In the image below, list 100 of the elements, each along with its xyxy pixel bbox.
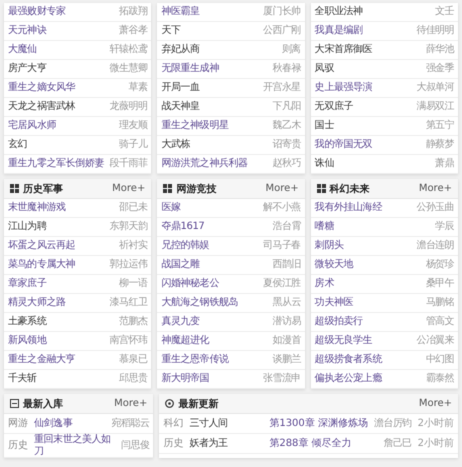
author-name: 中幻图	[426, 354, 454, 366]
book-title-link[interactable]: 我有外挂山海经	[314, 202, 382, 214]
book-title-link[interactable]: 诛仙	[314, 158, 334, 170]
author-name: 解不小燕	[263, 202, 301, 214]
author-name: 浩台霄	[272, 221, 301, 233]
book-title-link[interactable]: 开局一血	[161, 82, 200, 94]
author-name: 马鹏铭	[426, 297, 454, 309]
book-title-link[interactable]: 神魔超进化	[161, 335, 210, 347]
author-name: 公孙玉曲	[416, 202, 454, 214]
author-name: 厦门长帅	[263, 6, 301, 18]
panel-title: 最新入库	[23, 397, 63, 410]
book-title-link[interactable]: 大宋首席御医	[314, 44, 372, 56]
book-title-link[interactable]: 战国之雕	[161, 259, 200, 271]
book-title-link[interactable]: 超级无良学生	[314, 335, 372, 347]
author-name: 轩辕松鸢	[110, 44, 148, 56]
category-label: 网游	[8, 418, 28, 430]
author-name: 邵已未	[119, 202, 148, 214]
book-title-link[interactable]: 弃妃从商	[161, 44, 200, 56]
book-title-link[interactable]: 兄控的韩娱	[161, 240, 210, 252]
book-title-link[interactable]: 三寸人间	[189, 418, 270, 430]
author-name: 段千雨菲	[110, 158, 148, 170]
book-title-link[interactable]: 宅居风水师	[8, 120, 56, 132]
author-name: 则离	[282, 44, 301, 56]
book-title-link[interactable]: 全职业法神	[314, 6, 363, 18]
more-link[interactable]: More+	[265, 183, 299, 194]
author-name: 杨贺珍	[426, 259, 454, 271]
book-title-link[interactable]: 偏执老公宠上瘾	[314, 373, 382, 385]
book-title-link[interactable]: 重生九零之军长倒娇妻	[8, 158, 104, 170]
book-title-link[interactable]: 坏蛋之风云再起	[8, 240, 76, 252]
more-link[interactable]: More+	[112, 183, 146, 194]
category-label: 历史	[8, 440, 28, 452]
book-title-link[interactable]: 菜鸟的专属大神	[8, 259, 76, 271]
author-name: 司马子春	[263, 240, 301, 252]
book-title-link[interactable]: 江山为聘	[8, 221, 46, 233]
chapter-link[interactable]: 第288章 倾尽全力	[269, 438, 352, 450]
category-label: 科幻	[163, 418, 184, 430]
book-title-link[interactable]: 史上最强导演	[314, 82, 372, 94]
author-name: 龙薇明明	[110, 101, 148, 113]
book-title-link[interactable]: 无限重生成神	[161, 63, 219, 75]
book-title-link[interactable]: 大魔仙	[8, 44, 37, 56]
book-title-link[interactable]: 夺鼎1617	[161, 221, 204, 233]
book-title-link[interactable]: 嗜糖	[314, 221, 334, 233]
author-name: 闫思俊	[121, 440, 150, 452]
chapter-link[interactable]: 第1300章 深渊修炼场	[269, 418, 368, 430]
book-title-link[interactable]: 国士	[314, 120, 334, 132]
author-name: 柳一语	[119, 278, 148, 290]
author-name: 张雪流申	[263, 373, 301, 385]
book-title-link[interactable]: 战天神皇	[161, 101, 200, 113]
book-title-link[interactable]: 刺阴头	[314, 240, 344, 252]
more-link[interactable]: More+	[418, 398, 452, 409]
author-name: 公冶翼来	[416, 335, 454, 347]
book-title-link[interactable]: 末世魔神游戏	[8, 202, 66, 214]
author-name: 漆马红卫	[110, 297, 148, 309]
book-title-link[interactable]: 房产大亨	[8, 63, 46, 75]
book-title-link[interactable]: 天龙之祸害武林	[8, 101, 76, 113]
book-title-link[interactable]: 神医霸皇	[161, 6, 200, 18]
more-link[interactable]: More+	[418, 183, 452, 194]
book-title-link[interactable]: 玄幻	[8, 139, 28, 151]
more-link[interactable]: More+	[114, 398, 148, 409]
book-title-link[interactable]: 章家庶子	[8, 278, 46, 290]
book-title-link[interactable]: 新风领地	[8, 335, 46, 347]
book-title-link[interactable]: 我真是编剧	[314, 25, 363, 37]
book-title-link[interactable]: 无双庶子	[314, 101, 354, 113]
book-title-link[interactable]: 最强败财专家	[8, 6, 66, 18]
book-title-link[interactable]: 土豪系统	[8, 316, 46, 328]
author-name: 萧谷孝	[119, 25, 148, 37]
book-title-link[interactable]: 功夫神医	[314, 297, 354, 309]
book-title-link[interactable]: 千夫斩	[8, 373, 37, 385]
author-name: 谈鹏兰	[272, 354, 301, 366]
book-title-link[interactable]: 超级捞食者系统	[314, 354, 382, 366]
book-title-link[interactable]: 医嫁	[161, 202, 181, 214]
book-title-link[interactable]: 重生之金融大亨	[8, 354, 76, 366]
book-title-link[interactable]: 重回末世之美人如刀	[34, 434, 118, 457]
author-name: 拓跋翔	[119, 6, 148, 18]
book-title-link[interactable]: 大武栋	[161, 139, 190, 151]
author-name: 骑子儿	[119, 139, 148, 151]
book-title-link[interactable]: 精灵大师之路	[8, 297, 66, 309]
book-title-link[interactable]: 微较天地	[314, 259, 354, 271]
book-title-link[interactable]: 新大明帝国	[161, 373, 210, 385]
book-title-link[interactable]: 闪婚神秘老公	[161, 278, 219, 290]
book-title-link[interactable]: 凤驭	[314, 63, 334, 75]
book-title-link[interactable]: 大航海之钢铁舰岛	[161, 297, 238, 309]
book-title-link[interactable]: 重生之恩帝传说	[161, 354, 229, 366]
book-title-link[interactable]: 真灵九变	[161, 316, 200, 328]
book-title-link[interactable]: 天元神诀	[8, 25, 46, 37]
book-title-link[interactable]: 我的帝国无双	[314, 139, 372, 151]
author-name: 下凡阳	[272, 101, 301, 113]
author-name: 草素	[128, 82, 148, 94]
book-title-link[interactable]: 仙剑逸事	[34, 418, 72, 430]
book-title-link[interactable]: 重生之神级明星	[161, 120, 229, 132]
book-title-link[interactable]: 重生之嫡女风华	[8, 82, 76, 94]
author-name: 公西广刚	[263, 25, 301, 37]
book-title-link[interactable]: 网游洪荒之神兵利器	[161, 158, 248, 170]
book-title-link[interactable]: 房术	[314, 278, 334, 290]
author-name: 夏侯江胜	[263, 278, 301, 290]
author-name: 范鹏杰	[119, 316, 148, 328]
book-title-link[interactable]: 妖者为王	[189, 438, 270, 450]
book-title-link[interactable]: 超级拍卖行	[314, 316, 363, 328]
author-name: 大叔单河	[416, 82, 454, 94]
book-title-link[interactable]: 天下	[161, 25, 181, 37]
